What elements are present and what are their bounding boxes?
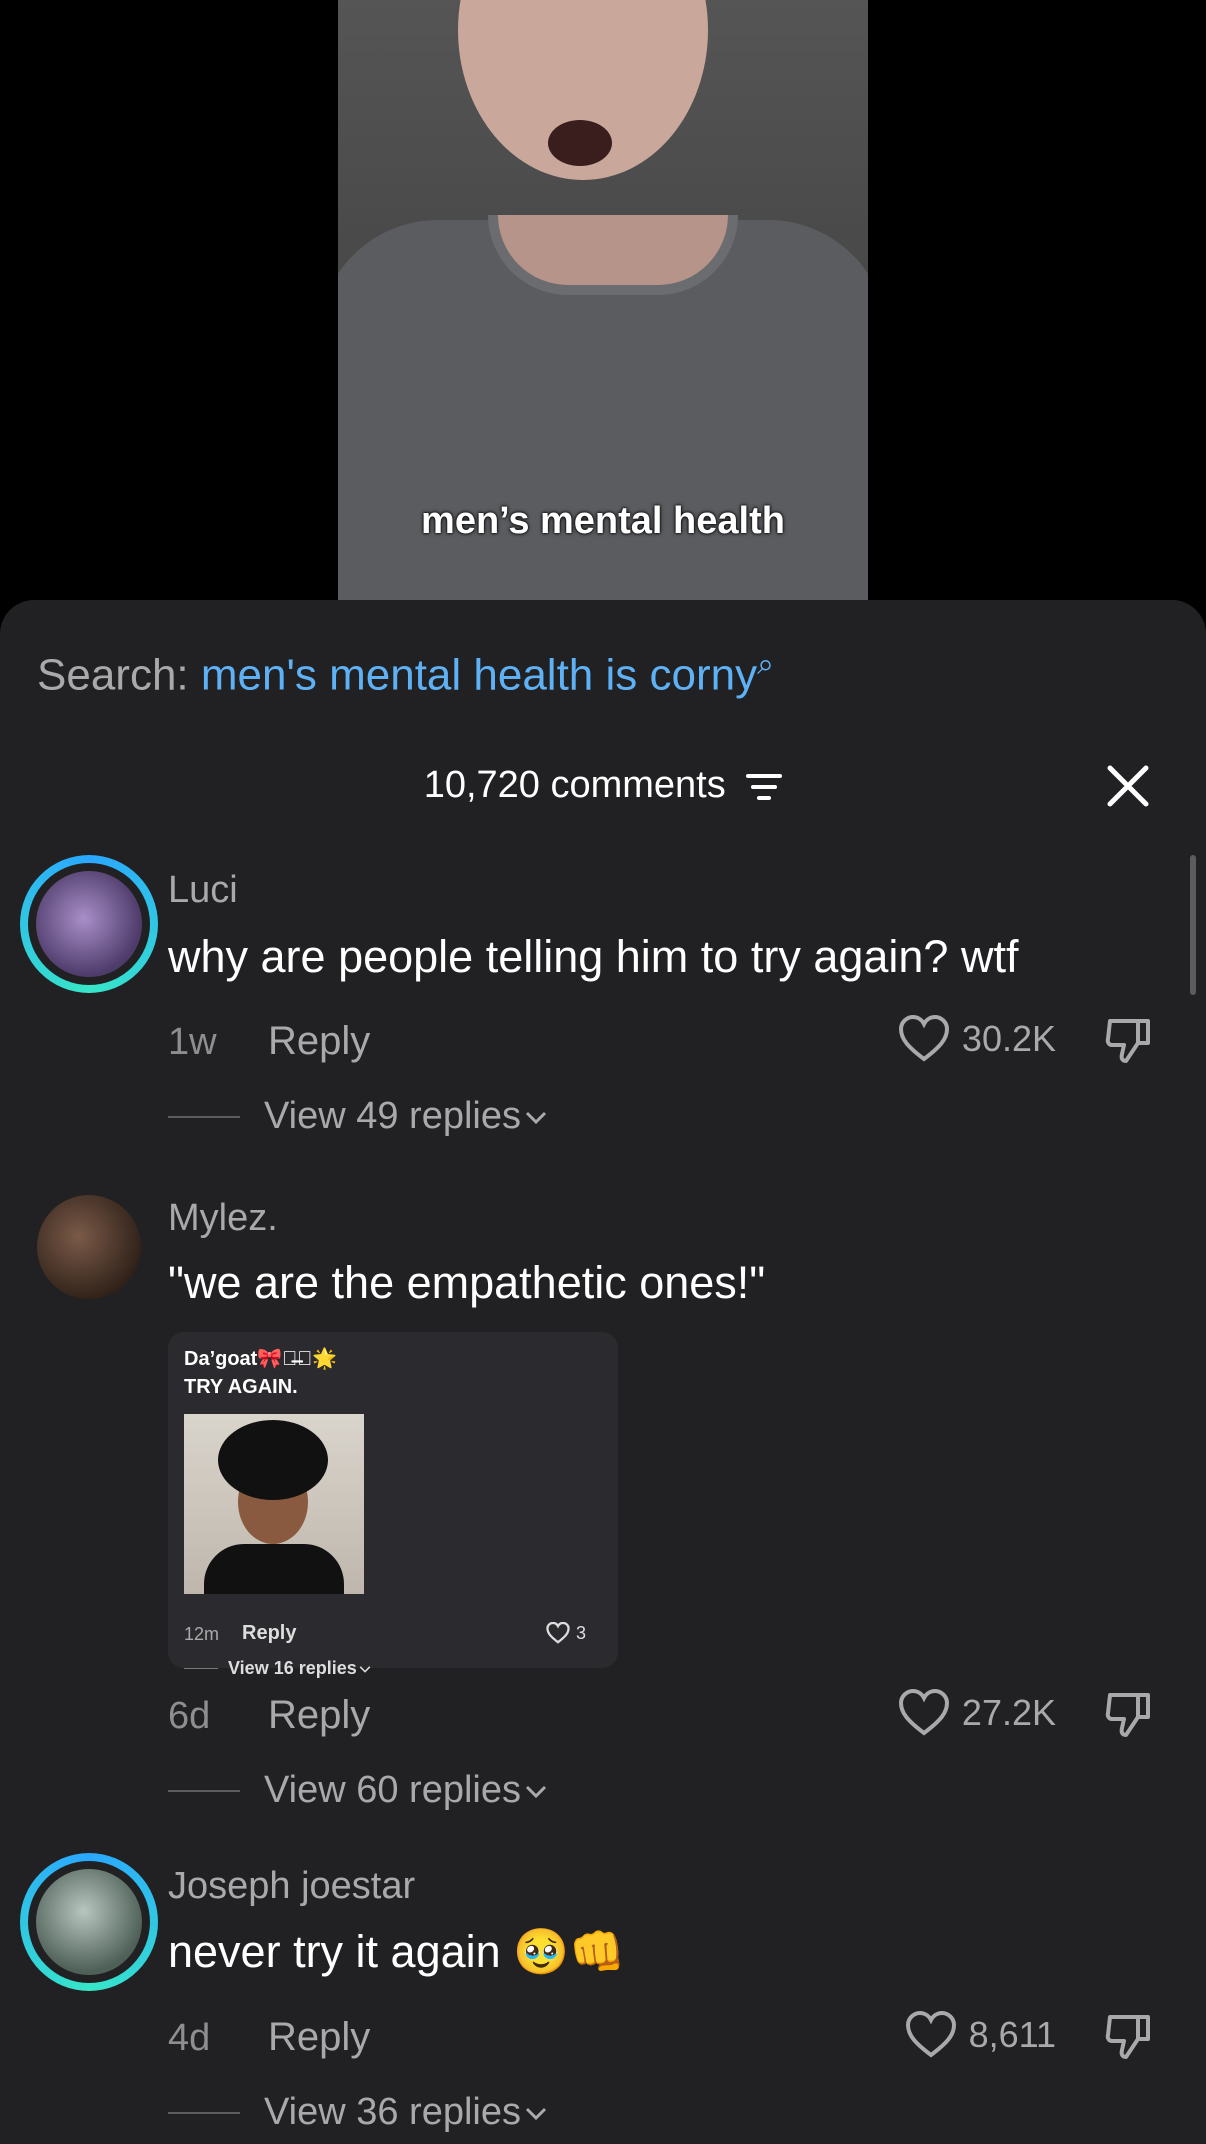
embedded-username: Da’goat🎀♡̶⃝🌟 [184,1348,338,1370]
avatar[interactable] [37,1195,141,1299]
video-area[interactable]: men’s mental health [0,0,1206,640]
reply-button[interactable]: Reply [268,2015,370,2060]
comment-age: 6d [168,1695,211,1737]
comment-age: 4d [168,2017,211,2059]
chevron-down-icon [359,1665,371,1673]
close-icon[interactable] [1104,762,1152,810]
search-suggestion[interactable]: Search: men's mental health is corny⌕ [37,648,774,701]
avatar [36,1869,142,1975]
view-replies-button[interactable]: View 36 replies [168,2091,551,2134]
dislike-icon[interactable] [1104,1689,1154,1739]
scrollbar[interactable] [1190,855,1196,995]
view-replies-button[interactable]: View 60 replies [168,1769,551,1812]
embedded-view-replies-label: View 16 replies [228,1658,357,1678]
comment-username[interactable]: Mylez. [168,1197,278,1240]
comment-count: 10,720 comments [423,764,726,806]
avatar-story-ring[interactable] [20,1853,158,1991]
embedded-text: TRY AGAIN. [184,1376,298,1398]
embedded-video-thumbnail[interactable] [184,1414,364,1594]
embedded-reply-button: Reply [242,1622,297,1644]
chevron-down-icon [525,1111,547,1124]
embedded-view-replies: View 16 replies [184,1658,373,1679]
dislike-icon[interactable] [1104,1015,1154,1065]
search-query-link[interactable]: men's mental health is corny [201,651,757,700]
search-label: Search: [37,650,189,700]
comment-age: 1w [168,1021,217,1063]
comment-text: "we are the empathetic ones!" [168,1257,766,1308]
heart-icon [546,1622,570,1644]
view-replies-label: View 49 replies [264,1095,522,1137]
heart-icon [898,1689,949,1736]
video-person-mouth [548,120,612,166]
avatar [36,871,142,977]
sort-filter-icon[interactable] [746,773,783,800]
like-count: 30.2K [961,1018,1056,1059]
like-count: 8,611 [968,2014,1056,2055]
reply-button[interactable]: Reply [268,1693,370,1738]
heart-icon [905,2011,956,2058]
comment-text: never try it again 🥹👊 [168,1926,626,1977]
comment-username[interactable]: Joseph joestar [168,1865,415,1908]
like-count: 27.2K [961,1692,1056,1733]
embedded-comment-card[interactable]: Da’goat🎀♡̶⃝🌟 TRY AGAIN. 12m Reply 3 View… [168,1332,618,1678]
dislike-icon[interactable] [1104,2011,1154,2061]
heart-icon [898,1015,949,1062]
view-replies-label: View 36 replies [264,2091,522,2133]
search-icon: ⌕ [757,648,774,681]
chevron-down-icon [525,2107,547,2120]
comments-header: 10,720 comments [0,764,1206,807]
embedded-like-count: 3 [576,1622,587,1643]
view-replies-button[interactable]: View 49 replies [168,1095,551,1138]
comment-username[interactable]: Luci [168,869,238,912]
embedded-like: 3 [546,1622,586,1644]
like-button[interactable]: 8,611 [905,2011,1056,2059]
embedded-age: 12m [184,1624,220,1644]
comment-text: why are people telling him to try again?… [168,931,1019,982]
like-button[interactable]: 30.2K [898,1015,1056,1063]
avatar-story-ring[interactable] [20,855,158,993]
reply-button[interactable]: Reply [268,1019,370,1064]
view-replies-label: View 60 replies [264,1769,522,1811]
video-caption: men’s mental health [421,500,785,542]
comments-sheet: Search: men's mental health is corny⌕ 10… [0,600,1206,2144]
chevron-down-icon [525,1785,547,1798]
like-button[interactable]: 27.2K [898,1689,1056,1737]
